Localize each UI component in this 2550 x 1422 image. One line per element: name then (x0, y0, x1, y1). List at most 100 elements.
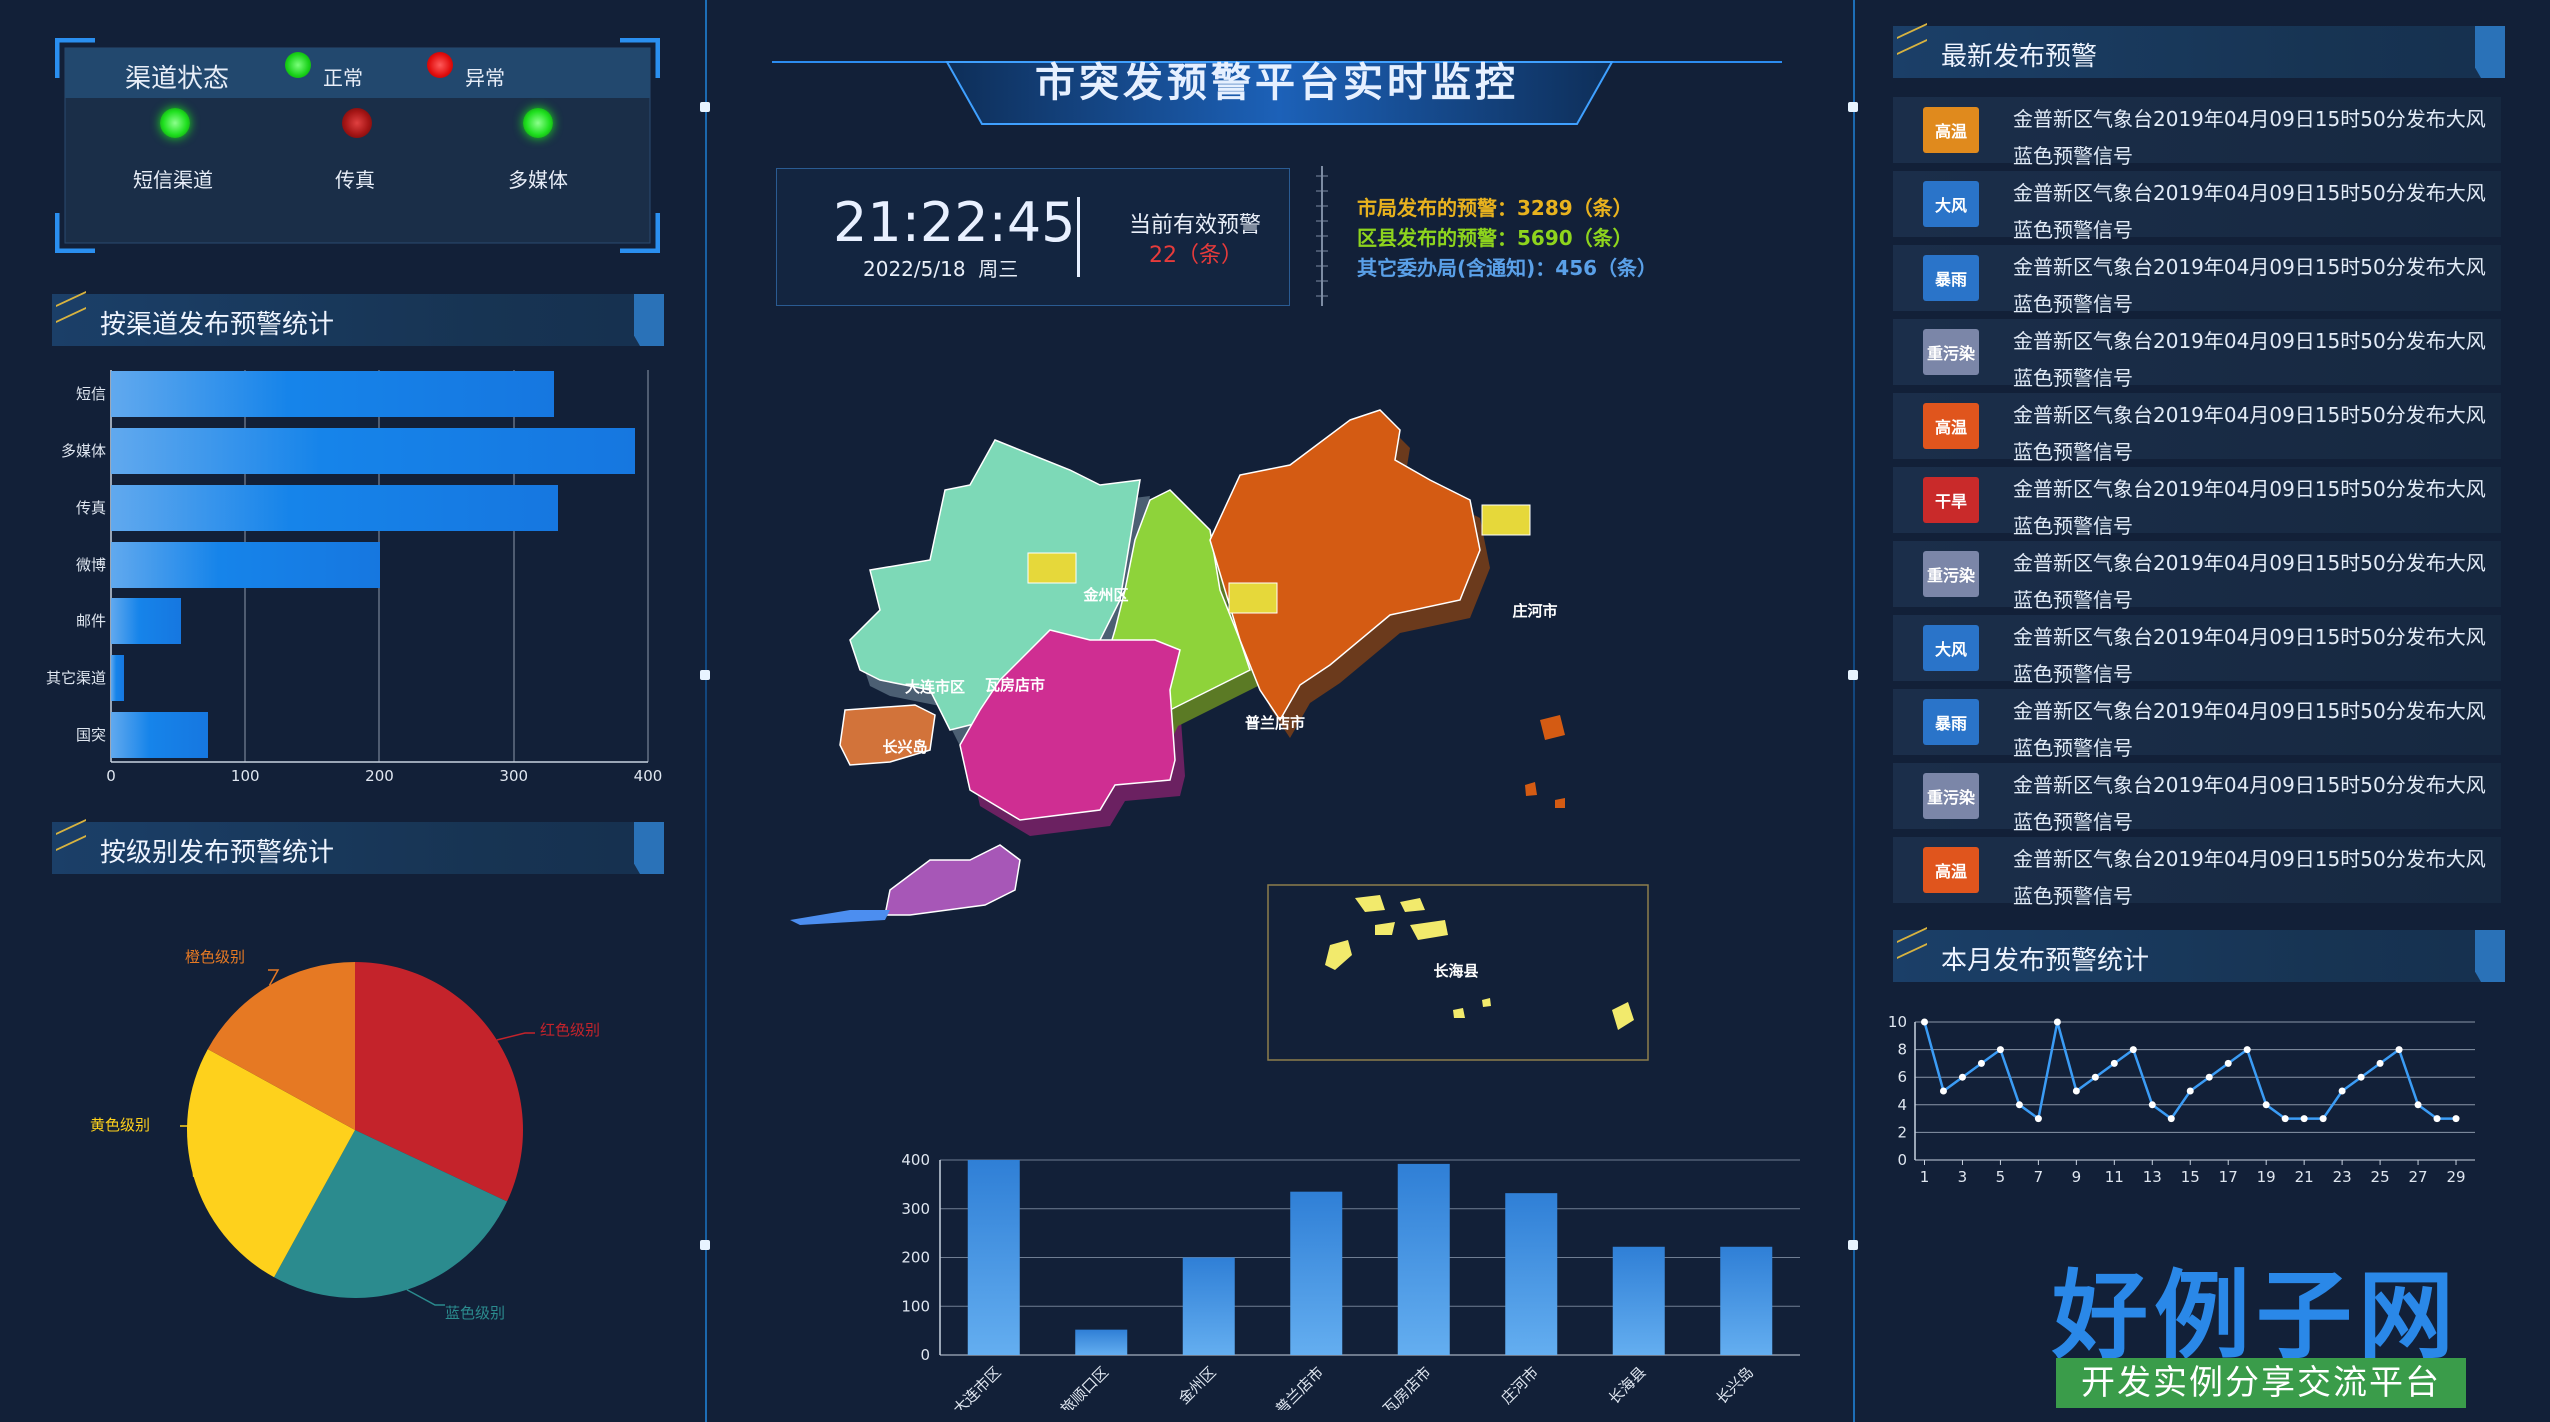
monthly-data-point (2129, 1046, 2137, 1054)
channel-bar (111, 598, 181, 645)
fax-status-dot (342, 108, 372, 138)
rainstorm-warning-icon: 暴雨 (1923, 255, 1979, 301)
district-bar (1505, 1193, 1558, 1355)
pie-label-line (406, 1289, 445, 1306)
stat-district: 区县发布的预警：5690（条） (1357, 222, 1633, 251)
active-warning-count: 22（条） (1149, 243, 1243, 268)
monthly-data-point (2376, 1059, 2384, 1067)
district-bar (1612, 1246, 1665, 1355)
monthly-y-tick: 6 (1897, 1068, 1907, 1086)
gale-warning-icon: 大风 (1923, 625, 1979, 671)
header-tab (634, 294, 664, 346)
title-slash-icon (56, 291, 86, 323)
map-label-jinzhou: 金州区 (1082, 586, 1128, 604)
monthly-data-point (2110, 1059, 2118, 1067)
multimedia-channel-label: 多媒体 (508, 168, 568, 192)
divider-node (1848, 1240, 1858, 1250)
pie-label: 橙色级别 (185, 948, 245, 966)
warning-list-item[interactable]: 高温 金普新区气象台2019年04月09日15时50分发布大风蓝色预警信号 (1893, 837, 2501, 908)
title-slash-icon (56, 819, 86, 851)
channel-bar-chart: 短信 多媒体 传真 微博 邮件 其它渠道 国突 0 100 200 300 400 (30, 365, 670, 795)
pollution-warning-icon: 重污染 (1923, 329, 1979, 375)
monthly-x-tick: 19 (2257, 1168, 2276, 1186)
page-title: 市突发预警平台实时监控 (1035, 60, 1519, 106)
warning-text: 金普新区气象台2019年04月09日15时50分发布大风蓝色预警信号 (2013, 477, 2486, 538)
pie-label: 红色级别 (540, 1021, 600, 1039)
latest-warnings-list: 高温 金普新区气象台2019年04月09日15时50分发布大风蓝色预警信号 大风 金普… (1893, 97, 2505, 915)
divider-node (1848, 102, 1858, 112)
warning-list-item[interactable]: 重污染 金普新区气象台2019年04月09日15时50分发布大风蓝色预警信号 (1893, 319, 2501, 390)
header-tab (634, 822, 664, 874)
active-warning-label: 当前有效预警 (1129, 213, 1262, 238)
monthly-data-point (1977, 1059, 1985, 1067)
monthly-data-point (2262, 1101, 2270, 1109)
district-bar (1397, 1163, 1450, 1355)
warning-text: 金普新区气象台2019年04月09日15时50分发布大风蓝色预警信号 (2013, 551, 2486, 612)
warning-list-item[interactable]: 大风 金普新区气象台2019年04月09日15时50分发布大风蓝色预警信号 (1893, 615, 2501, 686)
map-warning-marker (1481, 504, 1531, 536)
monthly-data-point (2186, 1087, 2194, 1095)
channel-category-label: 多媒体 (60, 442, 106, 461)
divider-node (700, 102, 710, 112)
monthly-x-tick: 1 (1920, 1168, 1930, 1186)
monthly-y-tick: 4 (1897, 1096, 1907, 1114)
map-label-zhuanghe: 庄河市 (1512, 602, 1557, 620)
district-bar (967, 1160, 1020, 1355)
monthly-x-tick: 17 (2219, 1168, 2238, 1186)
warning-text: 金普新区气象台2019年04月09日15时50分发布大风蓝色预警信号 (2013, 107, 2486, 168)
high-temp-warning-icon: 高温 (1923, 403, 1979, 449)
monthly-data-point (2319, 1115, 2327, 1123)
map-label-changxing: 长兴岛 (882, 738, 927, 756)
channel-bar (111, 654, 125, 701)
warning-text: 金普新区气象台2019年04月09日15时50分发布大风蓝色预警信号 (2013, 403, 2486, 464)
warning-list-item[interactable]: 大风 金普新区气象台2019年04月09日15时50分发布大风蓝色预警信号 (1893, 171, 2501, 242)
gale-warning-icon: 大风 (1923, 181, 1979, 227)
channel-chart-header: 按渠道发布预警统计 (52, 291, 664, 346)
warning-list-item[interactable]: 重污染 金普新区气象台2019年04月09日15时50分发布大风蓝色预警信号 (1893, 763, 2501, 834)
warning-text: 金普新区气象台2019年04月09日15时50分发布大风蓝色预警信号 (2013, 255, 2486, 316)
monthly-series-line (1923, 1021, 2457, 1121)
divider-node (700, 1240, 710, 1250)
monthly-data-point (2414, 1101, 2422, 1109)
monthly-x-tick: 7 (2034, 1168, 2044, 1186)
channel-bar (111, 371, 555, 418)
district-category-label: 金州区 (1175, 1363, 1220, 1408)
warning-list-item[interactable]: 暴雨 金普新区气象台2019年04月09日15时50分发布大风蓝色预警信号 (1893, 245, 2501, 316)
district-bar (1720, 1246, 1773, 1355)
monthly-x-tick: 27 (2409, 1168, 2428, 1186)
clock-time: 21:22:45 (833, 191, 1076, 254)
monthly-data-point (2300, 1115, 2308, 1123)
map-label-changhai: 长海县 (1433, 962, 1478, 980)
district-category-label: 大连市区 (949, 1363, 1004, 1410)
monthly-data-point (2452, 1115, 2460, 1123)
monthly-x-tick: 11 (2105, 1168, 2124, 1186)
region-map[interactable]: 瓦房店市 普兰店市 庄河市 长兴岛 金州区 大连市区 长海县 (770, 390, 1770, 1090)
changxing-island-region (839, 704, 936, 766)
map-label-pulandian: 普兰店市 (1245, 714, 1305, 732)
channel-category-label: 传真 (75, 498, 106, 517)
pollution-warning-icon: 重污染 (1923, 773, 1979, 819)
warning-list-item[interactable]: 暴雨 金普新区气象台2019年04月09日15时50分发布大风蓝色预警信号 (1893, 689, 2501, 760)
warning-list-item[interactable]: 高温 金普新区气象台2019年04月09日15时50分发布大风蓝色预警信号 (1893, 97, 2501, 168)
stat-district-value: 5690（条） (1517, 226, 1633, 250)
monthly-chart-title: 本月发布预警统计 (1941, 946, 2150, 976)
stat-other-label: 其它委办局(含通知)： (1357, 256, 1556, 280)
monthly-data-point (2243, 1046, 2251, 1054)
warning-text: 金普新区气象台2019年04月09日15时50分发布大风蓝色预警信号 (2013, 847, 2486, 908)
channel-x-tick: 0 (106, 767, 116, 785)
warning-list-item[interactable]: 干旱 金普新区气象台2019年04月09日15时50分发布大风蓝色预警信号 (1893, 467, 2501, 538)
brand-logo-title: 好例子网 (2052, 1259, 2460, 1372)
map-warning-marker (1228, 582, 1278, 614)
warning-list-item[interactable]: 重污染 金普新区气象台2019年04月09日15时50分发布大风蓝色预警信号 (1893, 541, 2501, 612)
abnormal-legend-dot (427, 52, 453, 78)
monthly-x-tick: 5 (1996, 1168, 2006, 1186)
channel-category-label: 邮件 (75, 612, 106, 631)
monthly-data-point (2205, 1073, 2213, 1081)
right-divider-line (1853, 0, 1855, 1422)
warning-list-item[interactable]: 高温 金普新区气象台2019年04月09日15时50分发布大风蓝色预警信号 (1893, 393, 2501, 464)
left-divider-line (705, 0, 707, 1422)
latest-warnings-title: 最新发布预警 (1941, 42, 2098, 72)
channel-category-label: 其它渠道 (45, 668, 106, 687)
channel-x-tick: 400 (633, 767, 663, 785)
monthly-x-tick: 3 (1958, 1168, 1968, 1186)
